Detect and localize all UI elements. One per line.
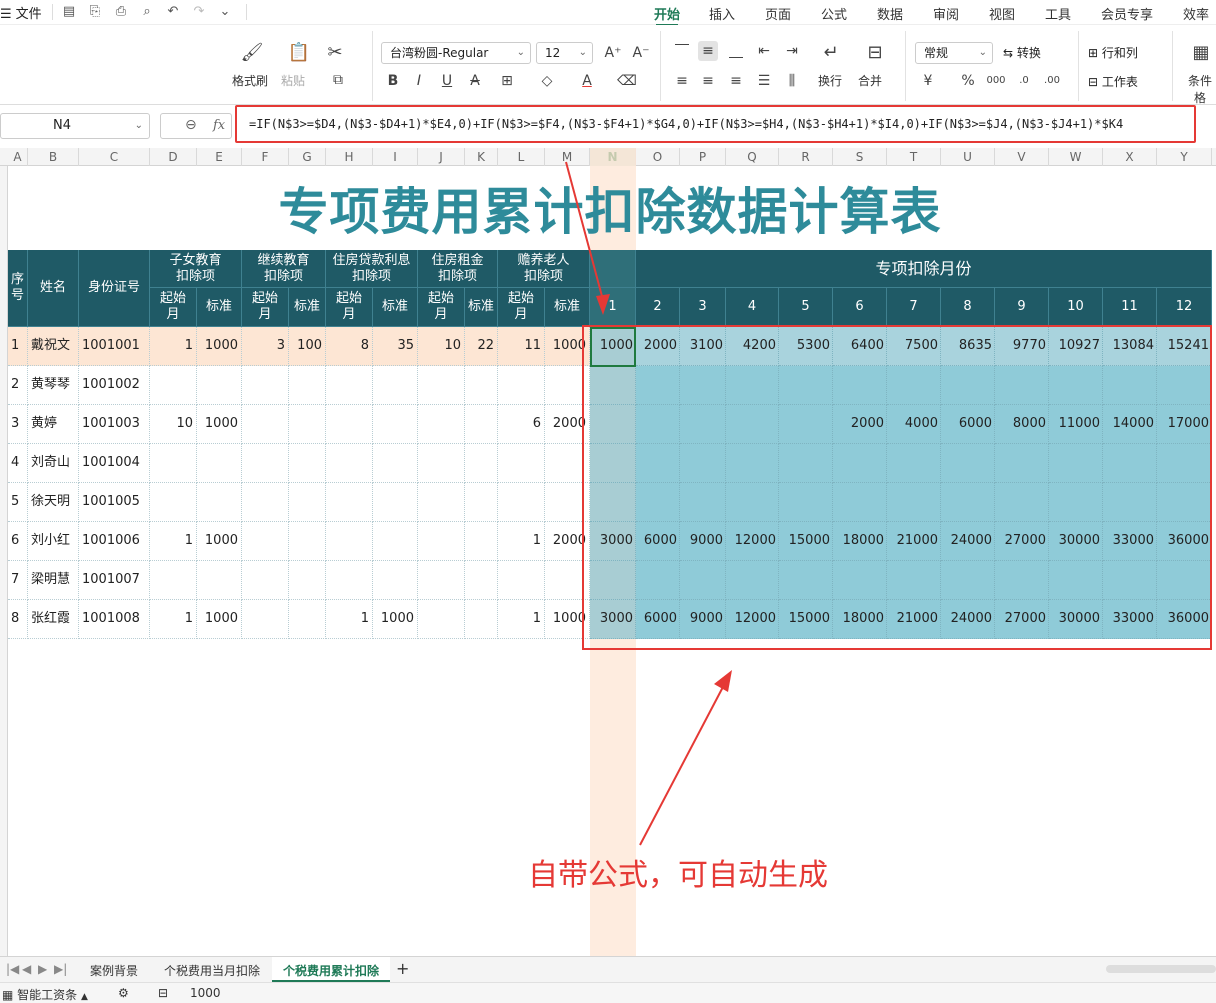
prev-sheet-icon[interactable]: ◀	[22, 962, 31, 976]
status-bar: ▦ 智能工资条 ▲ ⚙ ⊟ 1000	[0, 982, 1216, 1003]
sum-icon[interactable]: ⊟	[158, 986, 168, 1000]
horizontal-scrollbar[interactable]	[1106, 965, 1216, 973]
sheet-tab-cumulative-label: 个税费用累计扣除	[283, 964, 380, 978]
sheet-tab-cumulative[interactable]: 个税费用累计扣除	[272, 957, 390, 982]
sheet-tab-background[interactable]: 案例背景	[90, 962, 138, 979]
grid-icon: ▦	[2, 988, 14, 1002]
arrow-head	[596, 294, 610, 315]
macro-icon[interactable]: ⚙	[118, 986, 129, 1000]
last-sheet-icon[interactable]: ▶|	[54, 962, 67, 976]
next-sheet-icon[interactable]: ▶	[38, 962, 47, 976]
sheet-tab-bar: |◀ ◀ ▶ ▶| 案例背景 个税费用当月扣除 个税费用累计扣除 +	[0, 956, 1216, 982]
sheet-tab-monthly[interactable]: 个税费用当月扣除	[164, 962, 260, 979]
arrow-line-to-range	[639, 684, 725, 846]
app-status-label: 智能工资条	[17, 988, 78, 1002]
first-sheet-icon[interactable]: |◀	[6, 962, 19, 976]
arrow-head	[714, 670, 732, 692]
chevron-up-icon: ▲	[81, 992, 88, 1002]
status-value: 1000	[190, 986, 221, 1000]
annotation-text: 自带公式，可自动生成	[528, 858, 828, 893]
add-sheet-icon[interactable]: +	[396, 959, 409, 978]
arrow-line-to-cell	[565, 161, 604, 301]
app-status[interactable]: ▦ 智能工资条 ▲	[2, 986, 88, 1003]
